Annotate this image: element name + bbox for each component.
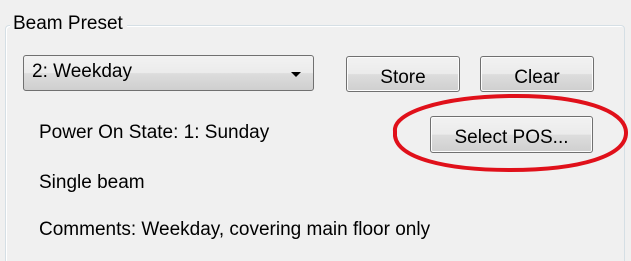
beam-preset-dropdown[interactable]: 2: Weekday: [23, 55, 314, 91]
beam-mode-label: Single beam: [39, 172, 145, 193]
store-button[interactable]: Store: [346, 56, 460, 92]
select-pos-button[interactable]: Select POS...: [430, 116, 593, 153]
chevron-down-icon: [291, 72, 301, 77]
beam-preset-dropdown-value: 2: Weekday: [32, 61, 132, 82]
power-on-state-label: Power On State: 1: Sunday: [39, 122, 270, 143]
beam-preset-title: Beam Preset: [10, 13, 127, 35]
beam-preset-panel: Beam Preset 2: Weekday Store Clear Power…: [0, 0, 631, 261]
clear-button[interactable]: Clear: [480, 56, 594, 92]
comments-label: Comments: Weekday, covering main floor o…: [39, 219, 431, 240]
